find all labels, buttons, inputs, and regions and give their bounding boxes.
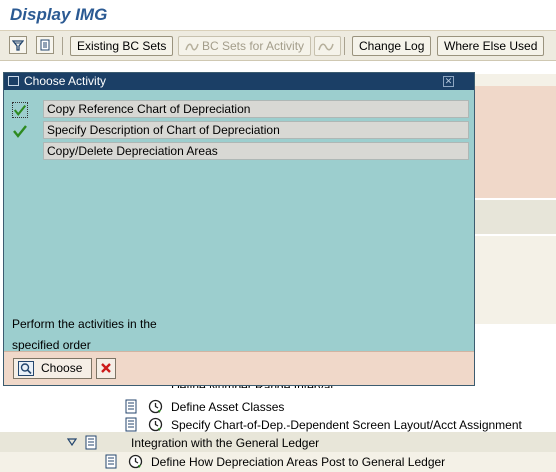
tree-item-screen-layout[interactable]: Specify Chart-of-Dep.-Dependent Screen L… [171,418,522,432]
checkmark-icon [13,125,27,138]
tree-band [470,86,556,198]
tree-node-integration-gl[interactable]: Integration with the General Ledger [131,436,319,450]
choose-activity-dialog: Choose Activity ✕ Copy Reference Chart o… [3,72,475,386]
execute-activity-icon[interactable] [128,454,143,469]
application-toolbar: Existing BC Sets BC Sets for Activity Ch… [0,31,556,61]
bc-sets-for-activity-label: BC Sets for Activity [202,39,305,53]
documentation-icon[interactable] [85,435,99,450]
cancel-icon [101,363,111,373]
documentation-icon[interactable] [105,454,119,469]
documentation-icon[interactable] [125,417,139,432]
documentation-icon[interactable] [125,399,139,414]
where-else-used-button[interactable]: Where Else Used [437,36,545,56]
cancel-button[interactable] [96,358,116,379]
activity-item[interactable]: Specify Description of Chart of Deprecia… [43,121,469,139]
toolbar-separator [344,37,345,55]
filter-icon[interactable] [9,36,27,54]
dialog-title: Choose Activity [24,74,107,88]
close-icon[interactable]: ✕ [443,76,454,87]
dialog-titlebar: Choose Activity ✕ [4,73,474,90]
bc-sets-icon [318,43,334,51]
bc-sets-icon-button[interactable] [314,36,341,56]
document-icon[interactable] [36,36,54,54]
execute-activity-icon[interactable] [148,417,163,432]
choose-button[interactable]: Choose [13,358,92,379]
dialog-footer: Choose [4,351,474,385]
tree-band [470,74,556,86]
tree-item-define-asset-classes[interactable]: Define Asset Classes [171,400,284,414]
instruction-message: Perform the activities in the specified … [12,314,212,356]
choose-button-label: Choose [41,361,83,375]
execute-activity-icon[interactable] [148,399,163,414]
bc-sets-for-activity-button[interactable]: BC Sets for Activity [178,36,312,56]
window-title: Display IMG [10,5,108,24]
change-log-button[interactable]: Change Log [352,36,432,56]
tree-item-depreciation-posting[interactable]: Define How Depreciation Areas Post to Ge… [151,455,445,469]
collapse-arrow-icon[interactable] [67,438,77,446]
activity-item[interactable]: Copy Reference Chart of Depreciation [43,100,469,118]
bc-sets-icon [185,43,199,51]
tree-band [470,200,556,234]
toolbar-separator [62,37,63,55]
window-icon [8,76,19,86]
existing-bc-sets-button[interactable]: Existing BC Sets [70,36,174,56]
instruction-line: Perform the activities in the [12,317,157,331]
magnifier-icon [18,361,34,376]
checkmark-icon [12,102,28,118]
tree-band [470,236,556,324]
activity-item[interactable]: Copy/Delete Depreciation Areas [43,142,469,160]
